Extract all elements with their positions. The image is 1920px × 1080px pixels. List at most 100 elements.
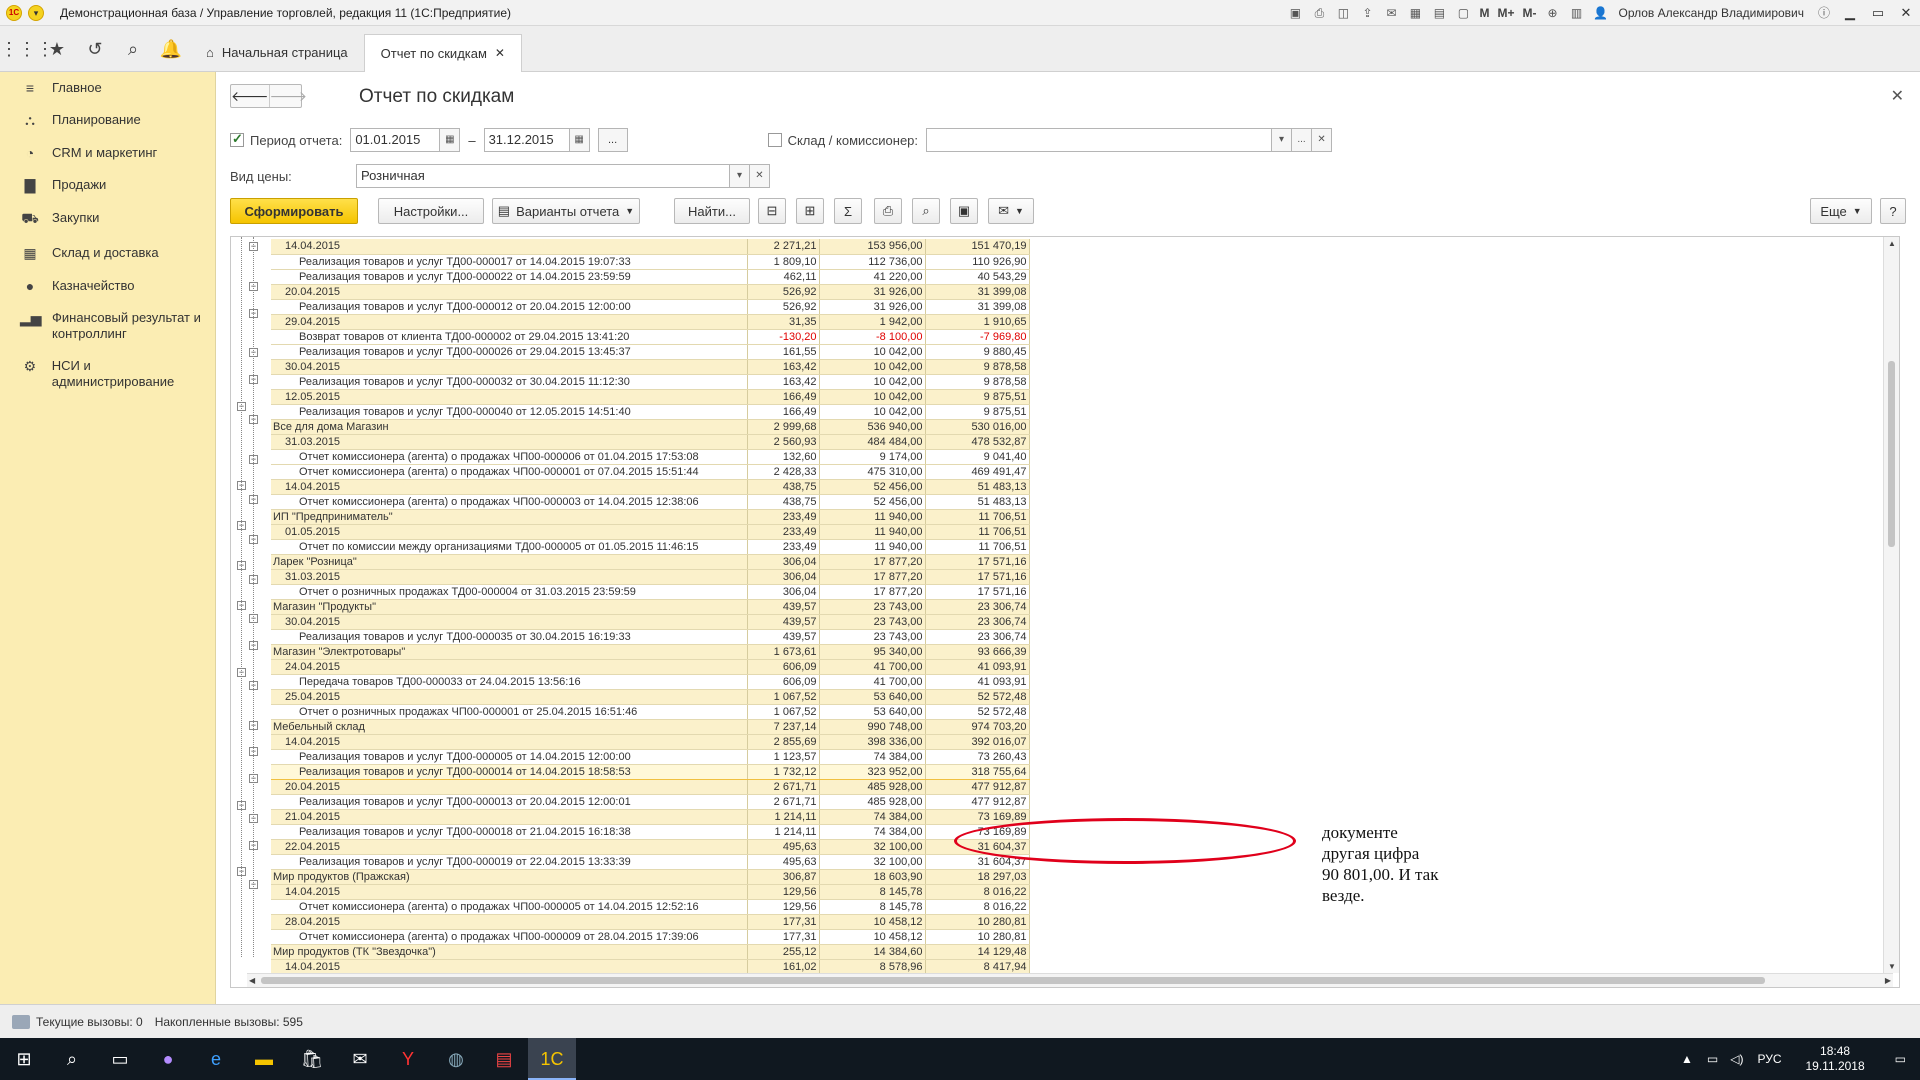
- warehouse-clear-icon[interactable]: ✕: [1312, 128, 1333, 152]
- row-name-cell[interactable]: Реализация товаров и услуг ТД00-000026 о…: [271, 344, 748, 360]
- amount-without-discount-cell[interactable]: 74 384,00: [819, 809, 926, 825]
- table-row[interactable]: 14.04.2015 438,75 52 456,00 51 483,13: [271, 479, 1030, 495]
- discount-amount-cell[interactable]: 306,87: [747, 869, 820, 885]
- amount-with-discount-cell[interactable]: 1 910,65: [925, 314, 1030, 330]
- sidebar-item-finance[interactable]: ▂▅ Финансовый результат и контроллинг: [0, 302, 215, 350]
- mail-icon[interactable]: ✉: [336, 1038, 384, 1080]
- row-name-cell[interactable]: 24.04.2015: [271, 659, 748, 675]
- row-name-cell[interactable]: Отчет комиссионера (агента) о продажах Ч…: [271, 929, 748, 945]
- discount-amount-cell[interactable]: 233,49: [747, 524, 820, 540]
- amount-with-discount-cell[interactable]: 41 093,91: [925, 659, 1030, 675]
- row-name-cell[interactable]: Реализация товаров и услуг ТД00-000012 о…: [271, 299, 748, 315]
- amount-without-discount-cell[interactable]: 53 640,00: [819, 689, 926, 705]
- clock[interactable]: 18:48 19.11.2018: [1805, 1044, 1864, 1074]
- row-name-cell[interactable]: Отчет комиссионера (агента) о продажах Ч…: [271, 464, 748, 480]
- table-row[interactable]: Передача товаров ТД00-000033 от 24.04.20…: [271, 674, 1030, 690]
- amount-without-discount-cell[interactable]: 485 928,00: [819, 779, 926, 795]
- print-icon[interactable]: ⎙: [1309, 4, 1329, 22]
- amount-with-discount-cell[interactable]: -7 969,80: [925, 329, 1030, 345]
- panels-icon[interactable]: ▥: [1566, 4, 1586, 22]
- period-select-button[interactable]: ...: [597, 128, 628, 152]
- amount-with-discount-cell[interactable]: 31 399,08: [925, 299, 1030, 315]
- table-row[interactable]: Реализация товаров и услуг ТД00-000012 о…: [271, 299, 1030, 315]
- discount-amount-cell[interactable]: 495,63: [747, 839, 820, 855]
- help-button[interactable]: ?: [1880, 198, 1906, 224]
- amount-without-discount-cell[interactable]: 10 458,12: [819, 914, 926, 930]
- row-name-cell[interactable]: Магазин "Электротовары": [271, 644, 748, 660]
- amount-without-discount-cell[interactable]: 10 042,00: [819, 389, 926, 405]
- close-form-icon[interactable]: ✕: [1891, 86, 1904, 106]
- amount-with-discount-cell[interactable]: 8 417,94: [925, 959, 1030, 975]
- tab-home[interactable]: ⌂ Начальная страница: [190, 34, 364, 72]
- show-hidden-icons[interactable]: ▲: [1681, 1052, 1693, 1066]
- mail-icon[interactable]: ✉: [1381, 4, 1401, 22]
- memory-plus-button[interactable]: M+: [1497, 6, 1514, 20]
- preview-icon[interactable]: ◫: [1333, 4, 1353, 22]
- row-name-cell[interactable]: Магазин "Продукты": [271, 599, 748, 615]
- row-name-cell[interactable]: Реализация товаров и услуг ТД00-000040 о…: [271, 404, 748, 420]
- amount-without-discount-cell[interactable]: 485 928,00: [819, 794, 926, 810]
- amount-with-discount-cell[interactable]: 51 483,13: [925, 494, 1030, 510]
- table-row[interactable]: 14.04.2015 2 271,21 153 956,00 151 470,19: [271, 239, 1030, 255]
- amount-with-discount-cell[interactable]: 17 571,16: [925, 569, 1030, 585]
- main-menu-icon[interactable]: ▾: [28, 4, 44, 21]
- scroll-down-icon[interactable]: ▼: [1888, 962, 1896, 971]
- sidebar-item-warehouse[interactable]: ▦ Склад и доставка: [0, 237, 215, 270]
- amount-with-discount-cell[interactable]: 8 016,22: [925, 884, 1030, 900]
- table-row[interactable]: ИП "Предприниматель" 233,49 11 940,00 11 70…: [271, 509, 1030, 525]
- scroll-left-icon[interactable]: ◀: [249, 976, 255, 985]
- history-icon[interactable]: ↺: [76, 26, 114, 72]
- period-from-field[interactable]: 01.01.2015: [350, 128, 441, 152]
- amount-with-discount-cell[interactable]: 23 306,74: [925, 629, 1030, 645]
- table-row[interactable]: Реализация товаров и услуг ТД00-000040 о…: [271, 404, 1030, 420]
- sidebar-item-planning[interactable]: ⛬ Планирование: [0, 104, 215, 137]
- discount-amount-cell[interactable]: 161,55: [747, 344, 820, 360]
- discount-amount-cell[interactable]: 462,11: [747, 269, 820, 285]
- amount-without-discount-cell[interactable]: 95 340,00: [819, 644, 926, 660]
- vertical-scrollbar[interactable]: ▲ ▼: [1883, 237, 1899, 973]
- row-name-cell[interactable]: ИП "Предприниматель": [271, 509, 748, 525]
- row-name-cell[interactable]: 20.04.2015: [271, 779, 748, 795]
- print-icon[interactable]: ⎙: [874, 198, 902, 224]
- amount-with-discount-cell[interactable]: 11 706,51: [925, 539, 1030, 555]
- explorer-icon[interactable]: ▬: [240, 1038, 288, 1080]
- discount-amount-cell[interactable]: 1 809,10: [747, 254, 820, 270]
- discount-amount-cell[interactable]: 166,49: [747, 389, 820, 405]
- discount-amount-cell[interactable]: 163,42: [747, 374, 820, 390]
- discount-amount-cell[interactable]: 31,35: [747, 314, 820, 330]
- amount-with-discount-cell[interactable]: 9 878,58: [925, 359, 1030, 375]
- row-name-cell[interactable]: Мир продуктов (Пражская): [271, 869, 748, 885]
- table-row[interactable]: Реализация товаров и услуг ТД00-000035 о…: [271, 629, 1030, 645]
- amount-without-discount-cell[interactable]: 10 458,12: [819, 929, 926, 945]
- amount-with-discount-cell[interactable]: 974 703,20: [925, 719, 1030, 735]
- row-name-cell[interactable]: 20.04.2015: [271, 284, 748, 300]
- row-name-cell[interactable]: 12.05.2015: [271, 389, 748, 405]
- volume-icon[interactable]: ◁): [1730, 1052, 1743, 1066]
- row-name-cell[interactable]: Реализация товаров и услуг ТД00-000013 о…: [271, 794, 748, 810]
- horizontal-scrollbar[interactable]: ◀ ▶: [247, 973, 1893, 987]
- discount-amount-cell[interactable]: 161,02: [747, 959, 820, 975]
- amount-without-discount-cell[interactable]: 10 042,00: [819, 404, 926, 420]
- row-name-cell[interactable]: Реализация товаров и услуг ТД00-000005 о…: [271, 749, 748, 765]
- scroll-right-icon[interactable]: ▶: [1885, 976, 1891, 985]
- table-row[interactable]: Магазин "Продукты" 439,57 23 743,00 23 306,…: [271, 599, 1030, 615]
- amount-without-discount-cell[interactable]: 18 603,90: [819, 869, 926, 885]
- row-name-cell[interactable]: 22.04.2015: [271, 839, 748, 855]
- discount-amount-cell[interactable]: 439,57: [747, 599, 820, 615]
- more-button[interactable]: Еще ▼: [1810, 198, 1872, 224]
- amount-without-discount-cell[interactable]: 74 384,00: [819, 749, 926, 765]
- amount-without-discount-cell[interactable]: 153 956,00: [819, 239, 926, 255]
- discount-amount-cell[interactable]: 1 123,57: [747, 749, 820, 765]
- row-name-cell[interactable]: Реализация товаров и услуг ТД00-000019 о…: [271, 854, 748, 870]
- amount-without-discount-cell[interactable]: 41 700,00: [819, 659, 926, 675]
- amount-without-discount-cell[interactable]: 8 145,78: [819, 884, 926, 900]
- row-name-cell[interactable]: Все для дома Магазин: [271, 419, 748, 435]
- discount-amount-cell[interactable]: 495,63: [747, 854, 820, 870]
- amount-without-discount-cell[interactable]: 23 743,00: [819, 614, 926, 630]
- discount-amount-cell[interactable]: 1 732,12: [747, 763, 820, 780]
- amount-with-discount-cell[interactable]: 9 041,40: [925, 449, 1030, 465]
- postgres-icon[interactable]: ◍: [432, 1038, 480, 1080]
- table-row[interactable]: Реализация товаров и услуг ТД00-000019 о…: [271, 854, 1030, 870]
- preview-icon[interactable]: ⌕: [912, 198, 940, 224]
- discount-amount-cell[interactable]: 1 214,11: [747, 809, 820, 825]
